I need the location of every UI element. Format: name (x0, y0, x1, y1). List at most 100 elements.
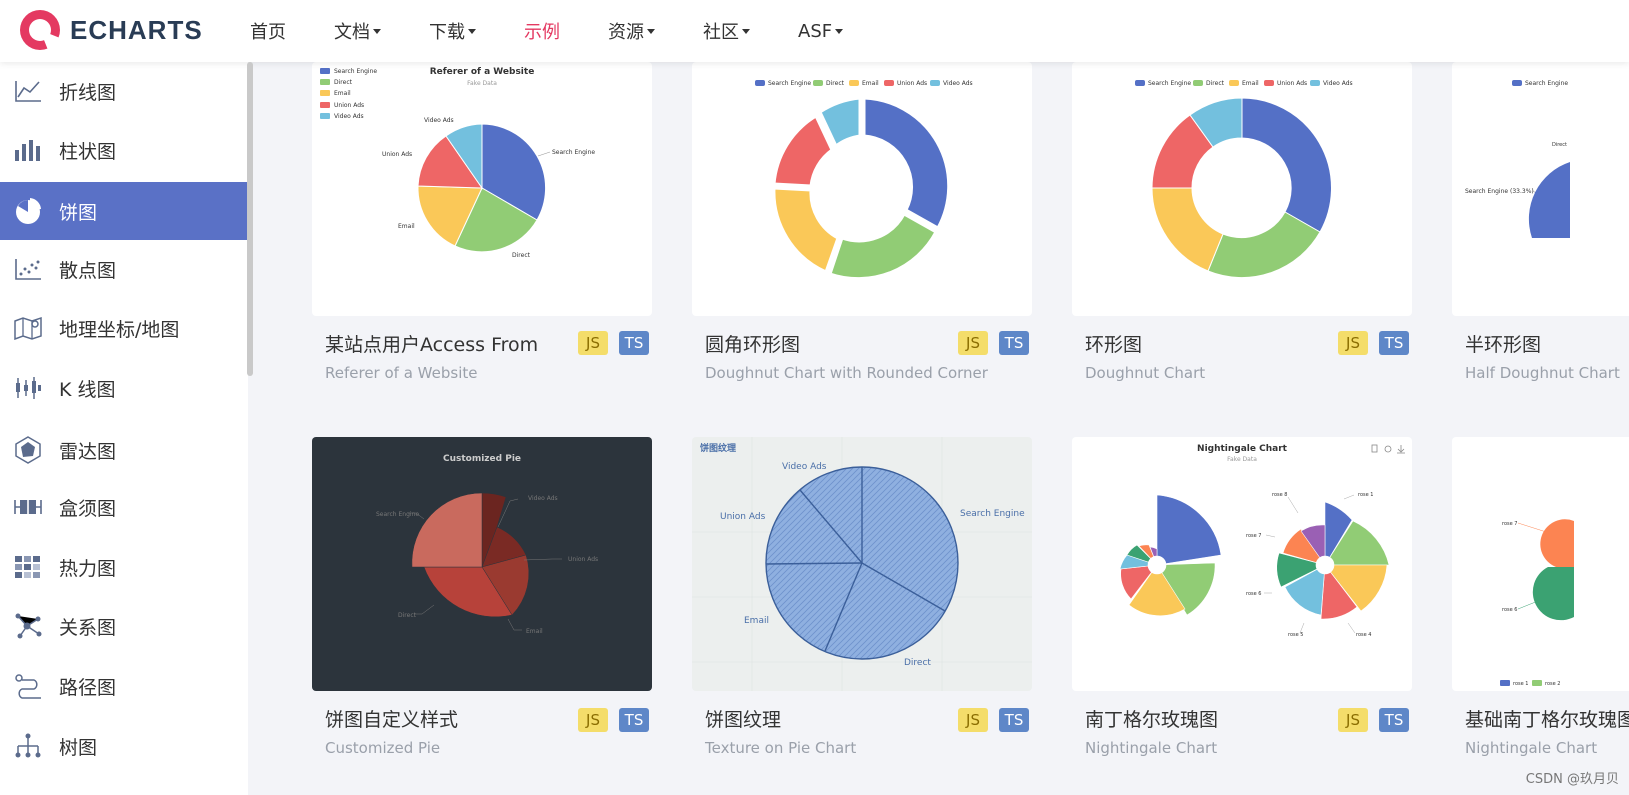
sidebar-item-map[interactable]: 地理坐标/地图 (0, 299, 248, 357)
example-thumbnail[interactable]: Nightingale Chart Fake Data rose 1 rose … (1072, 437, 1412, 691)
example-thumbnail[interactable]: Customized Pie Video Ads Union Ads Email (312, 437, 652, 691)
data-view-icon[interactable] (1371, 444, 1378, 453)
sidebar-item-line[interactable]: 折线图 (0, 62, 248, 120)
restore-icon[interactable] (1384, 445, 1392, 453)
brand-name: ECHARTS (70, 14, 203, 45)
sidebar-item-label: 树图 (59, 736, 98, 759)
nav-resources[interactable]: 资源 (608, 18, 655, 44)
sidebar-item-tree[interactable]: 树图 (0, 717, 248, 775)
card-subtitle: Nightingale Chart (1465, 739, 1598, 757)
slice-label: Union Ads (382, 151, 412, 158)
main-nav: 首页 文档 下载 示例 资源 社区 ASF (250, 0, 891, 62)
doughnut-preview: Search Engine Direct Email Union Ads Vid… (1135, 80, 1353, 278)
tree-icon (13, 731, 43, 761)
sidebar-item-heatmap[interactable]: 热力图 (0, 538, 248, 596)
slice-label: rose 1 (1358, 492, 1373, 498)
preview-title: Referer of a Website (430, 67, 535, 77)
sidebar-item-lines[interactable]: 路径图 (0, 657, 248, 715)
legend-entry: Email (1242, 80, 1259, 87)
sidebar-item-graph[interactable]: 关系图 (0, 597, 248, 655)
legend-entry: Direct (826, 80, 845, 87)
sidebar-item-label: 关系图 (59, 616, 117, 639)
js-badge[interactable]: JS (1338, 331, 1368, 355)
slice-label: Union Ads (720, 512, 766, 522)
card-title[interactable]: 饼图自定义样式 (325, 705, 458, 732)
legend-entry: Email (334, 90, 351, 97)
example-thumbnail[interactable]: Search Engine Direct Email Union Ads Vid… (692, 62, 1032, 316)
sidebar-item-boxplot[interactable]: 盒须图 (0, 478, 248, 536)
legend-entry: Video Ads (1323, 80, 1353, 87)
sidebar-item-label: 折线图 (59, 81, 117, 104)
scatter-chart-icon (13, 254, 43, 284)
card-title[interactable]: 饼图纹理 (705, 705, 781, 732)
nightingale-preview: Nightingale Chart Fake Data rose 1 rose … (1119, 444, 1405, 638)
customized-pie-preview: Customized Pie Video Ads Union Ads Email (376, 454, 598, 635)
caret-down-icon (373, 28, 381, 34)
ts-badge[interactable]: TS (999, 708, 1029, 732)
sidebar-item-pie[interactable]: 饼图 (0, 182, 248, 240)
top-navbar: ECHARTS 首页 文档 下载 示例 资源 社区 ASF (0, 0, 1629, 62)
sidebar-scrollbar[interactable] (247, 62, 253, 376)
caret-down-icon (742, 28, 750, 34)
basic-rose-preview: rose 7 rose 6 rose 1 rose 2 (1500, 519, 1574, 687)
js-badge[interactable]: JS (958, 708, 988, 732)
card-title[interactable]: 某站点用户Access From (325, 330, 538, 357)
sidebar-item-candlestick[interactable]: K 线图 (0, 359, 248, 417)
slice-label: rose 5 (1288, 632, 1303, 638)
ts-badge[interactable]: TS (1379, 708, 1409, 732)
card-title[interactable]: 南丁格尔玫瑰图 (1085, 705, 1218, 732)
sidebar-item-bar[interactable]: 柱状图 (0, 121, 248, 179)
example-thumbnail[interactable]: Search Engine Direct Email Union Ads Vid… (1072, 62, 1412, 316)
example-thumbnail[interactable]: Referer of a Website Fake Data Search En… (312, 62, 652, 316)
card-title[interactable]: 环形图 (1085, 330, 1142, 357)
nav-asf[interactable]: ASF (798, 21, 844, 42)
card-subtitle: Half Doughnut Chart (1465, 364, 1620, 382)
slice-label: Video Ads (528, 495, 558, 502)
echarts-logo[interactable]: ECHARTS (18, 8, 203, 52)
js-badge[interactable]: JS (958, 331, 988, 355)
nav-examples[interactable]: 示例 (524, 18, 560, 44)
sidebar-item-scatter[interactable]: 散点图 (0, 240, 248, 298)
sidebar-item-label: 柱状图 (59, 140, 117, 163)
radar-icon (13, 435, 43, 465)
example-thumbnail[interactable]: 饼图纹理 Video Ads Union Ads Search Engine E… (692, 437, 1032, 691)
sidebar-item-radar[interactable]: 雷达图 (0, 421, 248, 479)
ts-badge[interactable]: TS (619, 708, 649, 732)
card-title[interactable]: 基础南丁格尔玫瑰图 (1465, 705, 1629, 732)
js-badge[interactable]: JS (578, 331, 608, 355)
slice-label: Search Engine (552, 149, 595, 156)
example-thumbnail[interactable]: rose 7 rose 6 rose 1 rose 2 (1452, 437, 1629, 691)
caret-down-icon (647, 28, 655, 34)
legend-entry: Search Engine (1525, 80, 1568, 87)
nav-download[interactable]: 下载 (429, 18, 476, 44)
slice-label: Email (398, 223, 415, 230)
preview-title: Nightingale Chart (1197, 444, 1288, 454)
sidebar-item-label: K 线图 (59, 378, 116, 401)
js-badge[interactable]: JS (578, 708, 608, 732)
sidebar-item-label: 饼图 (59, 201, 98, 224)
legend-entry: Video Ads (334, 113, 364, 120)
sidebar-item-label: 雷达图 (59, 440, 117, 463)
nav-resources-label: 资源 (608, 22, 644, 43)
map-icon (13, 313, 43, 343)
half-doughnut-preview: Search Engine Direct Search Engine (33.3… (1465, 80, 1570, 238)
save-image-icon[interactable] (1397, 445, 1405, 454)
pie-chart-icon (13, 196, 43, 226)
legend-entry: Search Engine (334, 68, 377, 75)
card-subtitle: Customized Pie (325, 739, 441, 757)
line-chart-icon (13, 76, 43, 106)
js-badge[interactable]: JS (1338, 708, 1368, 732)
toolbox (1371, 444, 1405, 454)
slice-label: Direct (398, 612, 417, 619)
example-thumbnail[interactable]: Search Engine Direct Search Engine (33.3… (1452, 62, 1629, 316)
ts-badge[interactable]: TS (619, 331, 649, 355)
nav-community[interactable]: 社区 (703, 18, 750, 44)
nav-home[interactable]: 首页 (250, 18, 286, 44)
card-title[interactable]: 半环形图 (1465, 330, 1541, 357)
ts-badge[interactable]: TS (1379, 331, 1409, 355)
caret-down-icon (835, 28, 844, 34)
ts-badge[interactable]: TS (999, 331, 1029, 355)
slice-label: Direct (512, 252, 531, 259)
nav-docs[interactable]: 文档 (334, 18, 381, 44)
card-title[interactable]: 圆角环形图 (705, 330, 800, 357)
